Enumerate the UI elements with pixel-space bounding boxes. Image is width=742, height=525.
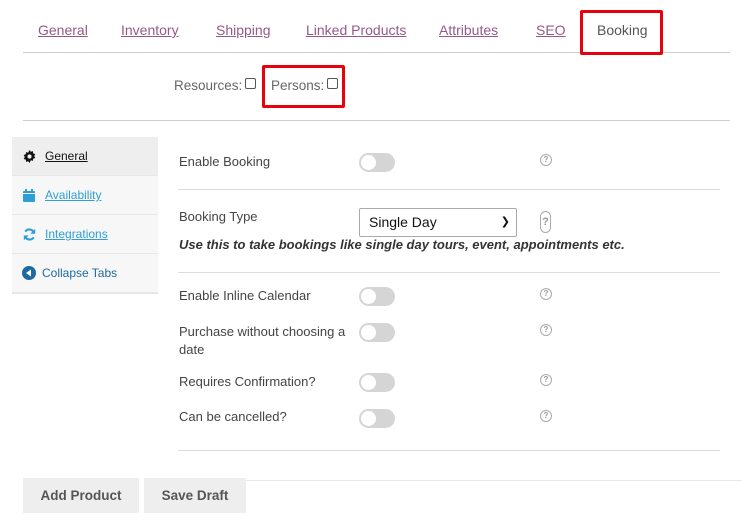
divider xyxy=(178,450,720,451)
collapse-arrow-icon xyxy=(22,266,36,280)
calendar-icon xyxy=(22,188,36,202)
sidebar-item-label: Collapse Tabs xyxy=(42,266,118,280)
resources-label: Resources: xyxy=(174,78,243,93)
persons-label: Persons: xyxy=(271,78,325,93)
booking-type-value: Single Day xyxy=(369,214,437,230)
tab-attributes[interactable]: Attributes xyxy=(439,22,498,38)
help-icon[interactable]: ? xyxy=(540,324,552,336)
chevron-down-icon: ❯ xyxy=(500,216,510,228)
help-icon[interactable]: ? xyxy=(540,374,552,386)
save-draft-button[interactable]: Save Draft xyxy=(144,478,246,513)
purchase-without-date-label: Purchase without choosing a date xyxy=(179,324,346,357)
can-be-cancelled-label: Can be cancelled? xyxy=(179,409,287,424)
booking-sidebar: General Availability Integrations Collap… xyxy=(12,137,158,294)
tab-booking[interactable]: Booking xyxy=(597,22,648,38)
divider xyxy=(178,272,720,273)
enable-inline-calendar-toggle[interactable] xyxy=(359,287,395,306)
enable-inline-calendar-label: Enable Inline Calendar xyxy=(179,288,311,303)
resources-checkbox[interactable] xyxy=(245,78,257,89)
gear-icon xyxy=(22,149,36,163)
can-be-cancelled-toggle[interactable] xyxy=(359,409,395,428)
help-icon[interactable]: ? xyxy=(540,410,552,422)
sidebar-item-availability[interactable]: Availability xyxy=(12,176,158,215)
add-product-button[interactable]: Add Product xyxy=(23,478,139,513)
persons-option: Persons: xyxy=(271,78,339,93)
sidebar-item-label: Integrations xyxy=(45,227,108,241)
sidebar-item-integrations[interactable]: Integrations xyxy=(12,215,158,254)
help-icon[interactable]: ? xyxy=(540,154,552,166)
sidebar-item-collapse-tabs[interactable]: Collapse Tabs xyxy=(12,254,158,293)
divider xyxy=(178,189,720,190)
tab-shipping[interactable]: Shipping xyxy=(216,22,271,38)
tab-inventory[interactable]: Inventory xyxy=(121,22,179,38)
enable-booking-label: Enable Booking xyxy=(179,154,271,169)
sidebar-item-label: Availability xyxy=(45,188,102,202)
booking-type-select[interactable]: Single Day ❯ xyxy=(359,208,517,237)
persons-checkbox[interactable] xyxy=(327,78,339,89)
tab-linked-products[interactable]: Linked Products xyxy=(306,22,406,38)
enable-booking-toggle[interactable] xyxy=(359,153,395,172)
sync-icon xyxy=(22,227,36,241)
booking-options-row: Resources: Persons: xyxy=(23,55,730,121)
booking-type-label: Booking Type xyxy=(179,209,258,224)
product-data-tabs: General Inventory Shipping Linked Produc… xyxy=(23,0,730,53)
sidebar-item-general[interactable]: General xyxy=(12,137,158,176)
resources-option: Resources: xyxy=(174,78,257,93)
booking-type-hint: Use this to take bookings like single da… xyxy=(179,237,625,252)
requires-confirmation-toggle[interactable] xyxy=(359,373,395,392)
sidebar-item-label: General xyxy=(45,149,88,163)
help-icon[interactable]: ? xyxy=(540,288,552,300)
help-icon[interactable]: ? xyxy=(540,211,551,233)
purchase-without-date-toggle[interactable] xyxy=(359,323,395,342)
tab-seo[interactable]: SEO xyxy=(536,22,566,38)
tab-general[interactable]: General xyxy=(38,22,88,38)
requires-confirmation-label: Requires Confirmation? xyxy=(179,374,316,389)
